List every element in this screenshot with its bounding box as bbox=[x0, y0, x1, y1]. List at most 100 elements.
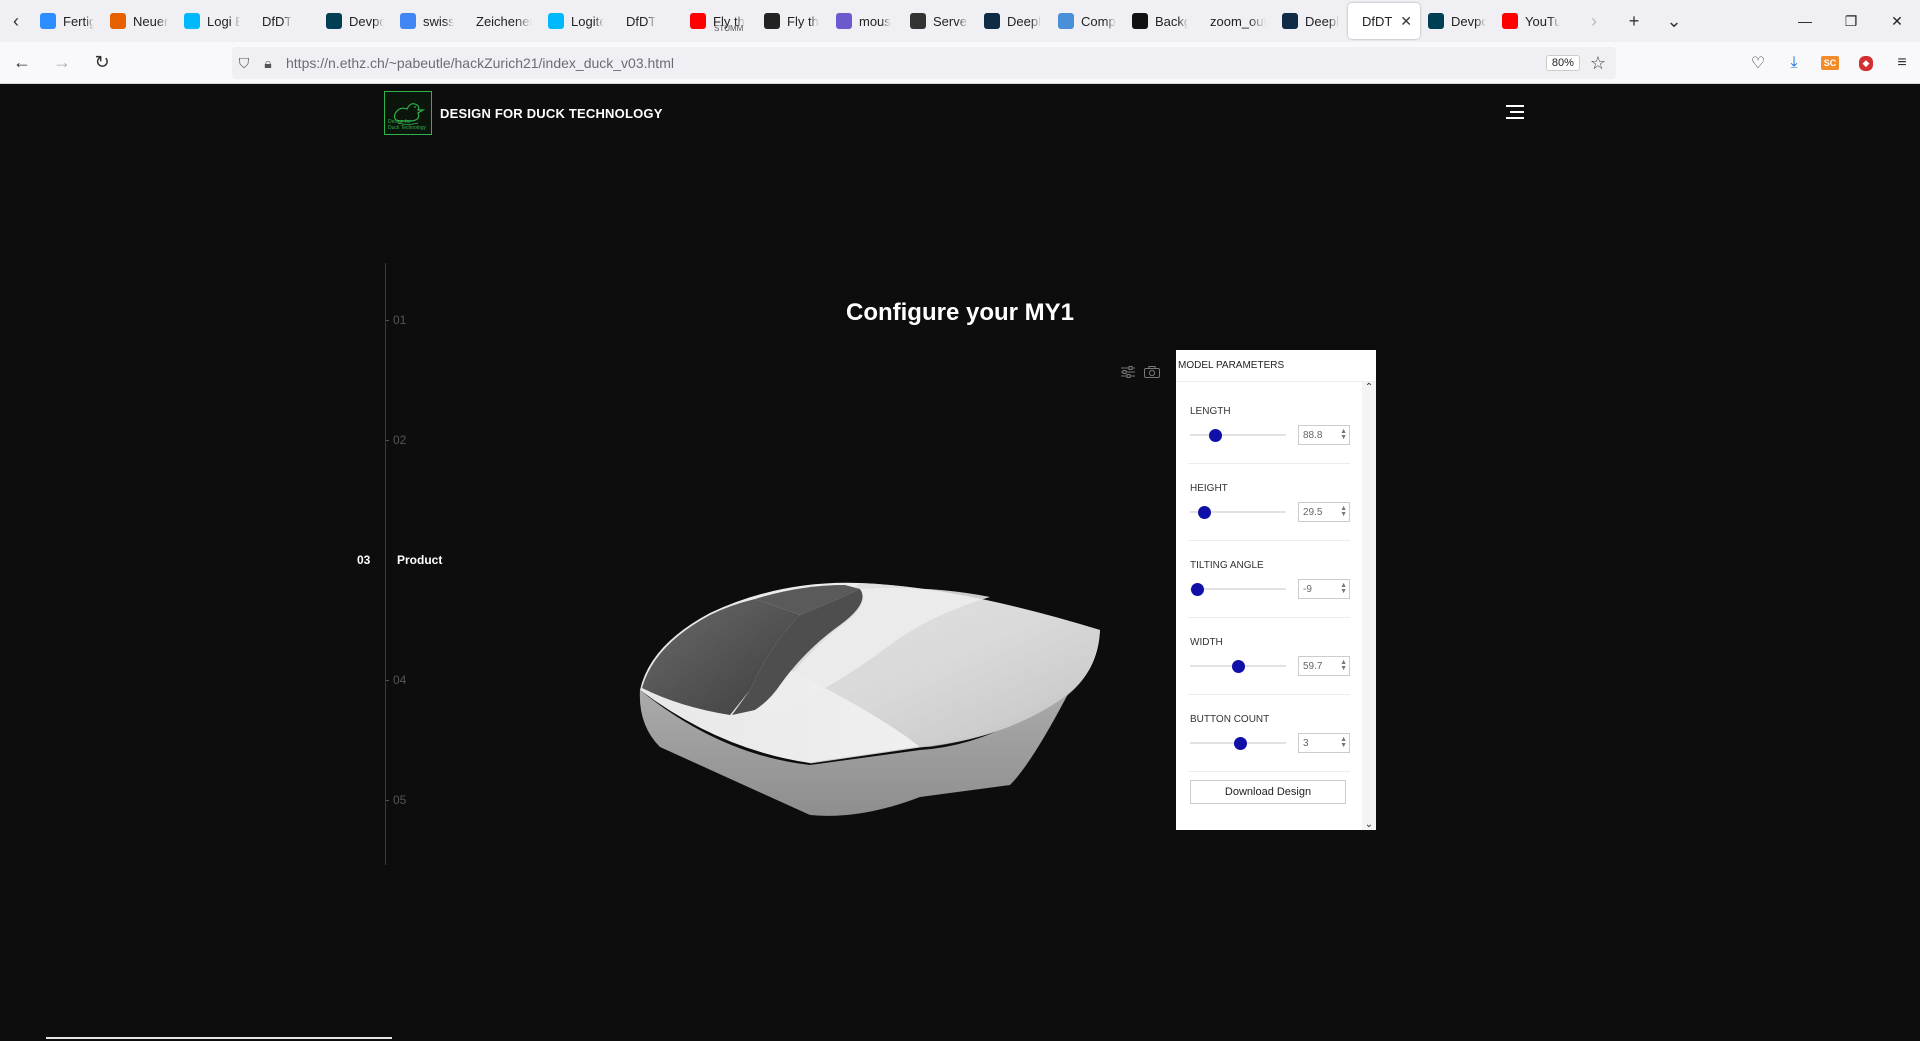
spinner-arrows-icon[interactable]: ▲ ▼ bbox=[1340, 659, 1347, 672]
tab-label: Neuer bbox=[133, 13, 168, 29]
slider-thumb[interactable] bbox=[1232, 660, 1245, 673]
browser-tab[interactable]: Neuer bbox=[102, 3, 176, 39]
step-number-active[interactable]: 03 bbox=[357, 553, 370, 567]
browser-tab[interactable]: DfDT bbox=[612, 3, 682, 39]
tab-label: Fly th bbox=[787, 13, 819, 29]
browser-tab[interactable]: Comp bbox=[1050, 3, 1124, 39]
ublock-icon[interactable]: ◆ bbox=[1848, 55, 1884, 71]
tab-label: Logite bbox=[571, 13, 604, 29]
browser-tab[interactable]: Fly th STUMM bbox=[682, 3, 756, 39]
zoom-level-badge[interactable]: 80% bbox=[1545, 55, 1580, 71]
param-slider[interactable] bbox=[1190, 583, 1286, 596]
hamburger-menu-icon[interactable] bbox=[1506, 105, 1524, 119]
list-all-tabs-icon[interactable]: ⌄ bbox=[1654, 11, 1694, 32]
spinner-arrows-icon[interactable]: ▲ ▼ bbox=[1340, 582, 1347, 595]
tab-label: Backg bbox=[1155, 13, 1188, 29]
shield-icon[interactable]: ⛉ bbox=[232, 55, 256, 72]
tab-label: Devpo bbox=[1451, 13, 1486, 29]
param-number-input[interactable]: 29.5 ▲ ▼ bbox=[1298, 502, 1350, 522]
browser-tab[interactable]: Zeichener bbox=[462, 3, 540, 39]
settings-sliders-icon[interactable] bbox=[1120, 365, 1136, 379]
bookmark-star-icon[interactable]: ☆ bbox=[1590, 53, 1606, 74]
brand-name[interactable]: DESIGN FOR DUCK TECHNOLOGY bbox=[440, 106, 663, 121]
param-slider[interactable] bbox=[1190, 737, 1286, 750]
tab-scroll-right-icon[interactable]: › bbox=[1574, 11, 1614, 32]
param-value: 59.7 bbox=[1303, 661, 1323, 672]
slider-thumb[interactable] bbox=[1190, 583, 1204, 596]
spinner-arrows-icon[interactable]: ▲ ▼ bbox=[1340, 505, 1347, 518]
param-number-input[interactable]: -9 ▲ ▼ bbox=[1298, 579, 1350, 599]
camera-icon[interactable] bbox=[1144, 365, 1160, 379]
scroll-up-icon[interactable]: ⌃ bbox=[1362, 382, 1376, 393]
tab-label: swiss bbox=[423, 13, 454, 29]
mouse-3d-model[interactable] bbox=[630, 485, 1110, 845]
spinner-arrows-icon[interactable]: ▲ ▼ bbox=[1340, 428, 1347, 441]
browser-tab[interactable]: Devpo bbox=[1420, 3, 1494, 39]
browser-tab[interactable]: Deepl bbox=[1274, 3, 1348, 39]
tab-label: zoom_out bbox=[1210, 13, 1266, 29]
browser-tab[interactable]: YouTu bbox=[1494, 3, 1568, 39]
dark-icon bbox=[764, 13, 780, 29]
window-controls: — ❐ ✕ bbox=[1782, 0, 1920, 42]
google-icon bbox=[400, 13, 416, 29]
back-icon[interactable]: ← bbox=[4, 47, 40, 79]
panel-title: MODEL PARAMETERS bbox=[1176, 350, 1376, 382]
browser-tab[interactable]: Deepl bbox=[976, 3, 1050, 39]
browser-tab[interactable]: Logite bbox=[540, 3, 612, 39]
slider-thumb[interactable] bbox=[1208, 429, 1222, 442]
browser-tab[interactable]: mous bbox=[828, 3, 902, 39]
param-width: WIDTH 59.7 ▲ ▼ bbox=[1188, 623, 1350, 695]
tab-label: Deepl bbox=[1007, 13, 1041, 29]
param-number-input[interactable]: 88.8 ▲ ▼ bbox=[1298, 425, 1350, 445]
forward-icon[interactable]: → bbox=[44, 47, 80, 79]
slider-thumb[interactable] bbox=[1233, 737, 1247, 750]
step-item[interactable]: 01 bbox=[386, 313, 406, 327]
menu-icon[interactable]: ≡ bbox=[1884, 54, 1920, 72]
extension-icon[interactable]: SC bbox=[1812, 56, 1848, 70]
url-text[interactable]: https://n.ethz.ch/~pabeutle/hackZurich21… bbox=[286, 55, 674, 71]
browser-tab[interactable]: DfDT bbox=[248, 3, 318, 39]
url-bar[interactable]: ⛉ 🔒︎ https://n.ethz.ch/~pabeutle/hackZur… bbox=[232, 47, 1616, 79]
download-design-button[interactable]: Download Design bbox=[1190, 780, 1346, 804]
param-slider[interactable] bbox=[1190, 429, 1286, 442]
page: Design for Duck Technology DESIGN FOR DUC… bbox=[0, 85, 1920, 1041]
browser-tab[interactable]: zoom_out bbox=[1196, 3, 1274, 39]
slider-thumb[interactable] bbox=[1198, 506, 1212, 519]
browser-tab[interactable]: Fertig bbox=[32, 3, 102, 39]
browser-tab[interactable]: Logi B bbox=[176, 3, 248, 39]
step-label-active[interactable]: Product bbox=[397, 553, 442, 567]
pocket-icon[interactable]: ♡ bbox=[1740, 53, 1776, 73]
minimize-icon[interactable]: — bbox=[1782, 0, 1828, 42]
browser-tab[interactable]: swiss bbox=[392, 3, 462, 39]
logo[interactable]: Design for Duck Technology bbox=[384, 91, 432, 135]
browser-tab[interactable]: DfDT ✕ bbox=[1348, 3, 1420, 39]
tab-scroll-left-icon[interactable]: ‹ bbox=[0, 0, 32, 42]
devpost-icon bbox=[1428, 13, 1444, 29]
reload-icon[interactable]: ↻ bbox=[84, 47, 120, 79]
spinner-arrows-icon[interactable]: ▲ ▼ bbox=[1340, 736, 1347, 749]
scroll-down-icon[interactable]: ⌄ bbox=[1362, 819, 1376, 830]
restore-icon[interactable]: ❐ bbox=[1828, 0, 1874, 42]
param-number-input[interactable]: 3 ▲ ▼ bbox=[1298, 733, 1350, 753]
browser-tab[interactable]: Server bbox=[902, 3, 976, 39]
param-slider[interactable] bbox=[1190, 660, 1286, 673]
downloads-icon[interactable]: ⤓ bbox=[1776, 54, 1812, 72]
horizontal-scrollbar[interactable] bbox=[46, 1037, 392, 1039]
param-number-input[interactable]: 59.7 ▲ ▼ bbox=[1298, 656, 1350, 676]
step-item[interactable]: 05 bbox=[386, 793, 406, 807]
browser-tab[interactable]: Devpo bbox=[318, 3, 392, 39]
browser-tab[interactable]: Backg bbox=[1124, 3, 1196, 39]
new-tab-icon[interactable]: + bbox=[1614, 11, 1654, 32]
step-item[interactable]: 02 bbox=[386, 433, 406, 447]
viewer-toolbar bbox=[1120, 365, 1160, 379]
window-close-icon[interactable]: ✕ bbox=[1874, 0, 1920, 42]
tab-close-icon[interactable]: ✕ bbox=[1392, 13, 1412, 30]
tab-label: DfDT bbox=[262, 13, 293, 29]
browser-tab[interactable]: Fly th bbox=[756, 3, 828, 39]
lock-icon[interactable]: 🔒︎ bbox=[256, 55, 280, 72]
panel-scrollbar[interactable]: ⌃ ⌄ bbox=[1362, 382, 1376, 830]
param-slider[interactable] bbox=[1190, 506, 1286, 519]
tab-label: DfDT bbox=[626, 13, 657, 29]
info-icon bbox=[910, 13, 926, 29]
step-item[interactable]: 04 bbox=[386, 673, 406, 687]
